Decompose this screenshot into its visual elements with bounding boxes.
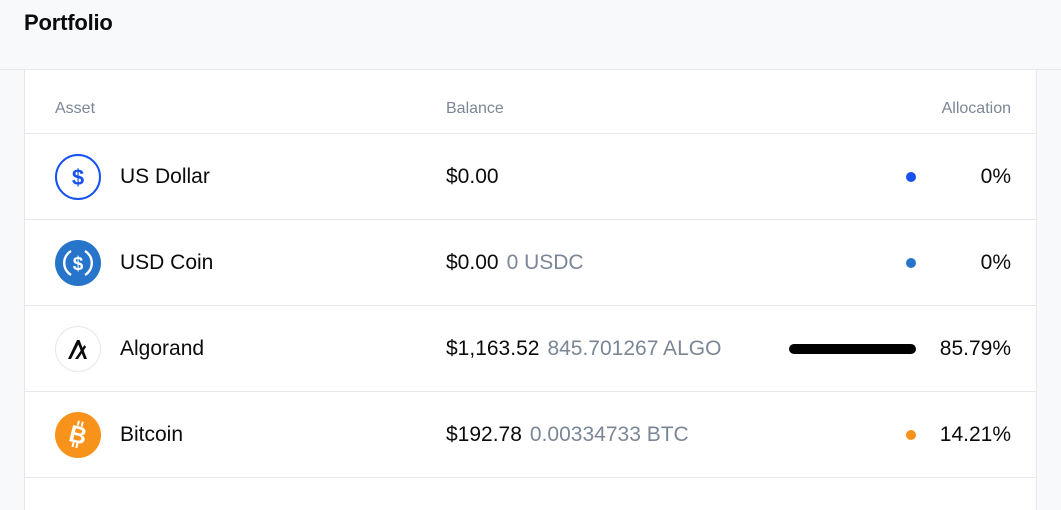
crypto-balance: 0 USDC <box>506 251 584 274</box>
allocation-value: 14.21% <box>939 423 1011 446</box>
crypto-balance: 845.701267 ALGO <box>547 337 722 360</box>
page-header: Portfolio <box>0 0 1061 70</box>
fiat-balance: $1,163.52 <box>446 337 540 360</box>
asset-balance: $1,163.52 845.701267 ALGO <box>446 337 721 361</box>
page-title: Portfolio <box>24 10 113 35</box>
portfolio-panel: Asset Balance Allocation $ US Dollar $0.… <box>24 70 1037 510</box>
asset-balance: $192.78 0.00334733 BTC <box>446 423 689 447</box>
allocation-bar-fill <box>789 344 916 354</box>
asset-balance: $0.00 0 USDC <box>446 251 584 275</box>
usd-icon: $ <box>55 154 101 200</box>
asset-row-bitcoin[interactable]: B Bitcoin $192.78 0.00334733 BTC 14.21% <box>25 392 1036 478</box>
allocation-bar <box>788 344 916 354</box>
allocation-value: 85.79% <box>939 337 1011 360</box>
asset-row-usd-coin[interactable]: $ USD Coin $0.00 0 USDC 0% <box>25 220 1036 306</box>
fiat-balance: $0.00 <box>446 165 499 188</box>
crypto-balance: 0.00334733 BTC <box>529 423 689 446</box>
allocation-value: 0% <box>980 251 1011 274</box>
asset-name: US Dollar <box>120 165 210 188</box>
asset-name: USD Coin <box>120 251 214 274</box>
allocation-dot <box>906 258 916 268</box>
fiat-balance: $0.00 <box>446 251 499 274</box>
fiat-balance: $192.78 <box>446 423 522 446</box>
algorand-icon <box>55 326 101 372</box>
bitcoin-icon: B <box>55 412 101 458</box>
table-header: Asset Balance Allocation <box>25 70 1036 134</box>
asset-balance: $0.00 <box>446 165 507 189</box>
asset-name: Algorand <box>120 337 205 360</box>
usdc-icon: $ <box>55 240 101 286</box>
allocation-bar <box>788 430 916 440</box>
allocation-dot <box>906 172 916 182</box>
svg-text:$: $ <box>72 165 84 190</box>
asset-row-us-dollar[interactable]: $ US Dollar $0.00 0% <box>25 134 1036 220</box>
column-header-allocation[interactable]: Allocation <box>942 100 1011 118</box>
svg-text:$: $ <box>73 254 84 275</box>
allocation-bar-fill <box>906 430 916 440</box>
asset-name: Bitcoin <box>120 423 184 446</box>
asset-row-algorand[interactable]: Algorand $1,163.52 845.701267 ALGO 85.79% <box>25 306 1036 392</box>
column-header-balance[interactable]: Balance <box>446 100 504 118</box>
column-header-asset[interactable]: Asset <box>55 100 95 118</box>
allocation-value: 0% <box>980 165 1011 188</box>
